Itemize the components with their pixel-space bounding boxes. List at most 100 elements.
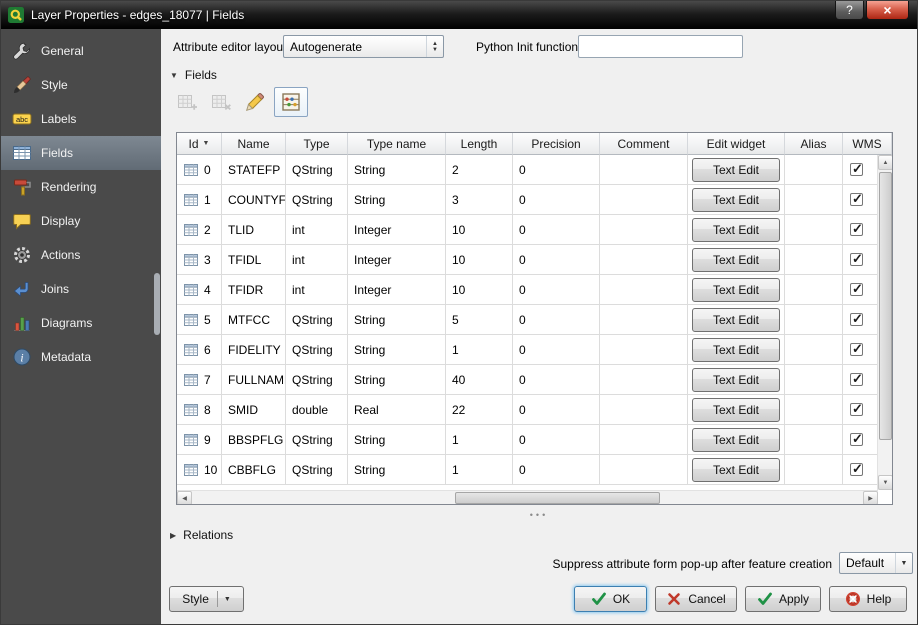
scroll-up-icon[interactable]: ▲ <box>878 155 893 170</box>
column-header-precision[interactable]: Precision <box>513 133 600 155</box>
wms-checkbox[interactable] <box>850 163 863 176</box>
cell-precision[interactable]: 0 <box>513 395 600 425</box>
cell-name[interactable]: STATEFP <box>222 155 286 185</box>
edit-widget-button[interactable]: Text Edit <box>692 398 780 422</box>
edit-widget-button[interactable]: Text Edit <box>692 308 780 332</box>
cell-comment[interactable] <box>600 305 688 335</box>
cell-type[interactable]: int <box>286 215 348 245</box>
python-init-input[interactable] <box>578 35 743 58</box>
cell-alias[interactable] <box>785 245 843 275</box>
sidebar-item-display[interactable]: Display <box>1 204 161 238</box>
cell-type[interactable]: QString <box>286 455 348 485</box>
cell-type-name[interactable]: String <box>348 455 446 485</box>
cell-type-name[interactable]: Integer <box>348 275 446 305</box>
field-calculator-button[interactable] <box>274 87 308 117</box>
cell-name[interactable]: FIDELITY <box>222 335 286 365</box>
cell-id[interactable]: 3 <box>177 245 222 275</box>
wms-checkbox[interactable] <box>850 433 863 446</box>
cell-id[interactable]: 9 <box>177 425 222 455</box>
cell-comment[interactable] <box>600 155 688 185</box>
column-header-id[interactable]: Id▼ <box>177 133 222 155</box>
cell-id[interactable]: 8 <box>177 395 222 425</box>
cell-type-name[interactable]: String <box>348 425 446 455</box>
suppress-form-combo[interactable]: Default ▼ <box>839 552 913 574</box>
cell-precision[interactable]: 0 <box>513 365 600 395</box>
cell-id[interactable]: 0 <box>177 155 222 185</box>
titlebar-help-button[interactable]: ? <box>835 1 864 20</box>
cell-length[interactable]: 1 <box>446 425 513 455</box>
cell-type[interactable]: int <box>286 245 348 275</box>
sidebar-item-fields[interactable]: Fields <box>1 136 161 170</box>
cell-id[interactable]: 1 <box>177 185 222 215</box>
scroll-right-icon[interactable]: ▶ <box>863 491 878 505</box>
cell-type-name[interactable]: Real <box>348 395 446 425</box>
cancel-button[interactable]: Cancel <box>655 586 737 612</box>
cell-name[interactable]: BBSPFLG <box>222 425 286 455</box>
apply-button[interactable]: Apply <box>745 586 821 612</box>
cell-alias[interactable] <box>785 275 843 305</box>
scroll-left-icon[interactable]: ◀ <box>177 491 192 505</box>
cell-length[interactable]: 10 <box>446 245 513 275</box>
cell-comment[interactable] <box>600 215 688 245</box>
cell-length[interactable]: 3 <box>446 185 513 215</box>
cell-comment[interactable] <box>600 395 688 425</box>
cell-type[interactable]: QString <box>286 335 348 365</box>
cell-alias[interactable] <box>785 335 843 365</box>
wms-checkbox[interactable] <box>850 343 863 356</box>
cell-length[interactable]: 1 <box>446 455 513 485</box>
cell-length[interactable]: 10 <box>446 215 513 245</box>
cell-type-name[interactable]: Integer <box>348 215 446 245</box>
relations-section-header[interactable]: ▶ Relations <box>170 528 233 542</box>
cell-name[interactable]: CBBFLG <box>222 455 286 485</box>
cell-precision[interactable]: 0 <box>513 155 600 185</box>
sidebar-item-joins[interactable]: Joins <box>1 272 161 306</box>
cell-alias[interactable] <box>785 365 843 395</box>
cell-length[interactable]: 2 <box>446 155 513 185</box>
wms-checkbox[interactable] <box>850 223 863 236</box>
edit-widget-button[interactable]: Text Edit <box>692 458 780 482</box>
cell-comment[interactable] <box>600 275 688 305</box>
cell-length[interactable]: 22 <box>446 395 513 425</box>
wms-checkbox[interactable] <box>850 313 863 326</box>
edit-widget-button[interactable]: Text Edit <box>692 368 780 392</box>
cell-alias[interactable] <box>785 215 843 245</box>
cell-comment[interactable] <box>600 365 688 395</box>
cell-type-name[interactable]: String <box>348 155 446 185</box>
cell-name[interactable]: FULLNAME <box>222 365 286 395</box>
cell-length[interactable]: 40 <box>446 365 513 395</box>
sidebar-item-metadata[interactable]: iMetadata <box>1 340 161 374</box>
attribute-editor-layout-combo[interactable]: Autogenerate ▲▼ <box>283 35 444 58</box>
close-button[interactable]: × <box>866 1 909 20</box>
fields-section-header[interactable]: ▼ Fields <box>170 68 217 82</box>
toggle-editing-button[interactable] <box>240 87 270 117</box>
cell-type[interactable]: QString <box>286 185 348 215</box>
cell-precision[interactable]: 0 <box>513 245 600 275</box>
cell-id[interactable]: 2 <box>177 215 222 245</box>
cell-type-name[interactable]: String <box>348 305 446 335</box>
column-header-wms[interactable]: WMS <box>843 133 892 155</box>
wms-checkbox[interactable] <box>850 193 863 206</box>
delete-field-button[interactable] <box>206 87 236 117</box>
cell-name[interactable]: COUNTYFP <box>222 185 286 215</box>
cell-precision[interactable]: 0 <box>513 335 600 365</box>
splitter-handle[interactable]: ••• <box>161 510 917 520</box>
cell-name[interactable]: SMID <box>222 395 286 425</box>
cell-alias[interactable] <box>785 185 843 215</box>
vertical-scrollbar[interactable]: ▲ ▼ <box>877 155 892 490</box>
column-header-type-name[interactable]: Type name <box>348 133 446 155</box>
cell-type[interactable]: QString <box>286 305 348 335</box>
cell-length[interactable]: 10 <box>446 275 513 305</box>
scroll-down-icon[interactable]: ▼ <box>878 475 893 490</box>
cell-name[interactable]: TFIDL <box>222 245 286 275</box>
edit-widget-button[interactable]: Text Edit <box>692 188 780 212</box>
new-field-button[interactable] <box>172 87 202 117</box>
cell-id[interactable]: 7 <box>177 365 222 395</box>
cell-type[interactable]: QString <box>286 155 348 185</box>
cell-precision[interactable]: 0 <box>513 185 600 215</box>
cell-name[interactable]: MTFCC <box>222 305 286 335</box>
cell-alias[interactable] <box>785 305 843 335</box>
cell-comment[interactable] <box>600 245 688 275</box>
cell-type-name[interactable]: String <box>348 335 446 365</box>
style-button[interactable]: Style ▼ <box>169 586 244 612</box>
sidebar-item-rendering[interactable]: Rendering <box>1 170 161 204</box>
